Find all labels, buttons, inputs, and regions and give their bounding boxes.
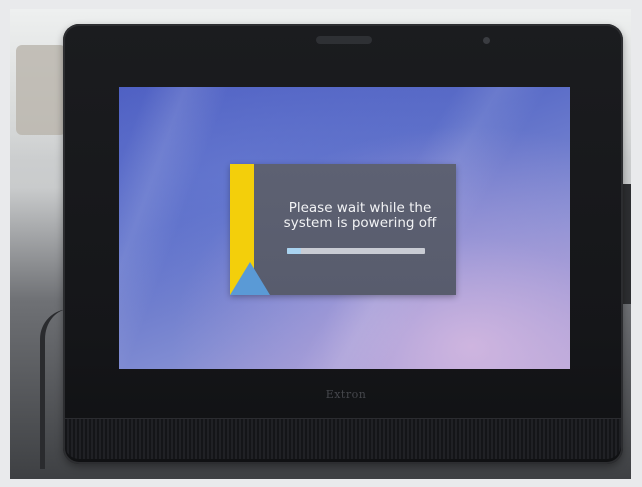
touch-panel-device: Please wait while the system is powering… — [63, 24, 623, 464]
power-off-message: Please wait while the system is powering… — [272, 201, 448, 231]
photo-frame: Please wait while the system is powering… — [10, 9, 631, 479]
speaker-grille — [65, 418, 621, 459]
progress-fill — [287, 248, 301, 254]
accent-triangle — [230, 262, 270, 295]
background-chair — [16, 45, 66, 135]
progress-bar — [287, 248, 425, 254]
power-off-dialog: Please wait while the system is powering… — [230, 164, 456, 295]
camera-dot — [483, 37, 490, 44]
brand-logo: Extron — [325, 388, 367, 401]
message-line-2: system is powering off — [283, 215, 437, 231]
sensor-slot — [316, 36, 372, 44]
touch-screen[interactable]: Please wait while the system is powering… — [119, 87, 570, 369]
message-line-1: Please wait while the — [288, 200, 432, 216]
